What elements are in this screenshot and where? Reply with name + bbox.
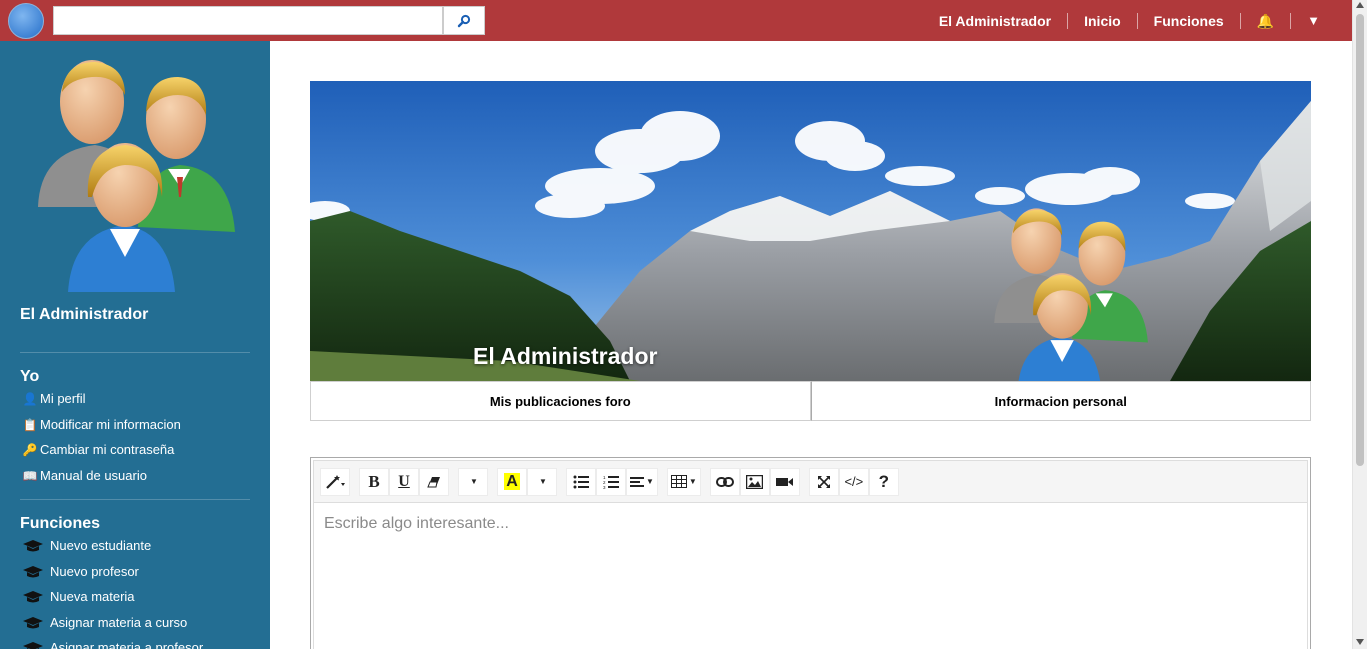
bold-icon: B xyxy=(368,471,380,491)
graduation-cap-icon xyxy=(23,539,43,551)
users-group-avatar-icon xyxy=(38,60,235,292)
search-input[interactable] xyxy=(53,6,443,35)
editor-toolbar: B U ▼ A ▼ 123 ▼ ▼ </> ? xyxy=(314,461,1307,503)
clipboard-icon: 📋 xyxy=(22,417,38,432)
help-icon: ? xyxy=(878,471,890,491)
sidebar: El Administrador Yo 👤 Mi perfil 📋 Modifi… xyxy=(0,41,270,649)
svg-text:3: 3 xyxy=(603,485,606,489)
notifications-bell-icon[interactable]: 🔔 xyxy=(1241,12,1292,29)
unordered-list-icon xyxy=(573,475,589,488)
scroll-thumb[interactable] xyxy=(1356,14,1364,466)
section-title-funciones: Funciones xyxy=(20,515,101,532)
fullscreen-button[interactable] xyxy=(808,467,839,496)
link-button[interactable] xyxy=(709,467,740,496)
sidebar-item-label: Nuevo profesor xyxy=(50,564,139,579)
sidebar-item-nuevo-estudiante[interactable]: Nuevo estudiante xyxy=(22,538,151,553)
font-dropdown[interactable]: ▼ xyxy=(458,467,488,496)
user-menu-dropdown-icon[interactable]: ▼ xyxy=(1291,13,1334,29)
sidebar-item-label: Modificar mi informacion xyxy=(40,417,181,432)
sidebar-user-name: El Administrador xyxy=(20,306,149,323)
key-icon: 🔑 xyxy=(22,442,38,457)
magic-style-button[interactable] xyxy=(320,467,350,496)
sidebar-item-label: Manual de usuario xyxy=(40,468,147,483)
picture-icon xyxy=(746,474,764,489)
magic-wand-icon xyxy=(326,474,345,489)
sidebar-item-mi-perfil[interactable]: 👤 Mi perfil xyxy=(22,391,86,406)
codeview-button[interactable]: </> xyxy=(838,467,869,496)
underline-icon: U xyxy=(398,472,410,490)
page-scrollbar[interactable] xyxy=(1352,0,1367,649)
help-button[interactable]: ? xyxy=(868,467,899,496)
highlight-color-icon: A xyxy=(504,473,520,490)
book-icon: 📖 xyxy=(22,468,38,483)
search-button[interactable] xyxy=(443,6,485,35)
link-icon xyxy=(715,476,734,487)
sidebar-item-nuevo-profesor[interactable]: Nuevo profesor xyxy=(22,564,139,579)
sidebar-divider xyxy=(20,352,250,353)
sidebar-item-cambiar-contrasena[interactable]: 🔑 Cambiar mi contraseña xyxy=(22,442,175,457)
sidebar-item-label: Cambiar mi contraseña xyxy=(40,442,175,457)
sidebar-item-modificar-informacion[interactable]: 📋 Modificar mi informacion xyxy=(22,417,181,432)
text-color-dropdown[interactable]: ▼ xyxy=(527,467,557,496)
paragraph-button[interactable]: ▼ xyxy=(626,467,658,496)
search-icon xyxy=(457,14,471,27)
profile-tabs: Mis publicaciones foro Informacion perso… xyxy=(310,381,1311,421)
graduation-cap-icon xyxy=(23,565,43,577)
picture-button[interactable] xyxy=(739,467,770,496)
align-left-icon xyxy=(630,476,644,487)
fullscreen-icon xyxy=(817,475,830,488)
section-title-yo: Yo xyxy=(20,368,40,385)
sidebar-item-nueva-materia[interactable]: Nueva materia xyxy=(22,589,135,604)
sidebar-item-label: Mi perfil xyxy=(40,391,86,406)
ordered-list-icon: 123 xyxy=(603,475,619,489)
text-color-button[interactable]: A xyxy=(497,467,527,496)
video-button[interactable] xyxy=(769,467,800,496)
sidebar-item-label: Nueva materia xyxy=(50,589,135,604)
graduation-cap-icon xyxy=(23,590,43,602)
user-icon: 👤 xyxy=(22,391,38,406)
eraser-button[interactable] xyxy=(419,467,449,496)
underline-button[interactable]: U xyxy=(389,467,419,496)
scroll-down-arrow-icon[interactable] xyxy=(1356,639,1364,645)
top-navbar: El Administrador Inicio Funciones 🔔 ▼ xyxy=(0,0,1352,41)
nav-inicio[interactable]: Inicio xyxy=(1068,12,1138,29)
table-button[interactable]: ▼ xyxy=(666,467,701,496)
sidebar-item-asignar-materia-curso[interactable]: Asignar materia a curso xyxy=(22,615,187,630)
sidebar-item-label: Asignar materia a curso xyxy=(50,615,188,630)
top-nav-menu: El Administrador Inicio Funciones 🔔 ▼ xyxy=(923,0,1334,41)
caret-icon: ▼ xyxy=(470,477,478,486)
logo[interactable] xyxy=(8,3,44,39)
mountain-landscape-image xyxy=(310,81,1311,381)
graduation-cap-icon xyxy=(23,616,43,628)
bold-button[interactable]: B xyxy=(359,467,389,496)
editor-content-area[interactable]: Escribe algo interesante... xyxy=(324,515,509,533)
scroll-up-arrow-icon[interactable] xyxy=(1356,2,1364,8)
table-icon xyxy=(670,475,687,488)
eraser-icon xyxy=(427,476,440,487)
banner-user-name: El Administrador xyxy=(473,343,658,369)
code-icon: </> xyxy=(844,474,864,489)
editor-frame: B U ▼ A ▼ 123 ▼ ▼ </> ? Escribe algo int… xyxy=(313,460,1308,649)
sidebar-item-label: Asignar materia a profesor xyxy=(50,640,204,649)
caret-icon: ▼ xyxy=(688,477,697,486)
ordered-list-button[interactable]: 123 xyxy=(596,467,626,496)
profile-banner: El Administrador xyxy=(310,81,1311,381)
graduation-cap-icon xyxy=(23,641,43,649)
video-icon xyxy=(776,477,794,486)
rich-text-editor: B U ▼ A ▼ 123 ▼ ▼ </> ? Escribe algo int… xyxy=(310,457,1311,649)
unordered-list-button[interactable] xyxy=(566,467,596,496)
sidebar-item-label: Nuevo estudiante xyxy=(50,538,152,553)
sidebar-divider xyxy=(20,499,250,500)
sidebar-item-manual-usuario[interactable]: 📖 Manual de usuario xyxy=(22,468,147,483)
caret-icon: ▼ xyxy=(539,477,547,486)
tab-informacion-personal[interactable]: Informacion personal xyxy=(810,381,1311,421)
nav-funciones[interactable]: Funciones xyxy=(1138,12,1241,29)
caret-icon: ▼ xyxy=(646,477,654,486)
sidebar-item-asignar-materia-profesor[interactable]: Asignar materia a profesor xyxy=(22,640,203,649)
nav-user-name[interactable]: El Administrador xyxy=(923,12,1069,29)
tab-mis-publicaciones-foro[interactable]: Mis publicaciones foro xyxy=(310,381,811,421)
